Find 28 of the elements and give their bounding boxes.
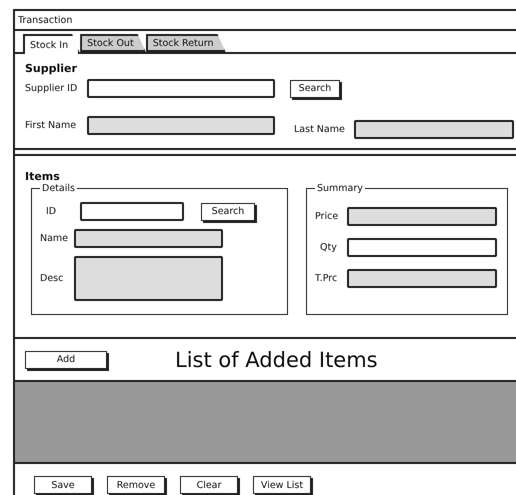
field-label: Qty <box>319 242 338 253</box>
field-label: Supplier ID <box>25 83 78 94</box>
input-field[interactable] <box>87 79 275 98</box>
field-label: Last Name <box>294 124 346 135</box>
add-button[interactable]: Add <box>25 350 107 368</box>
input-field[interactable] <box>347 238 497 257</box>
tab[interactable]: Stock In <box>23 34 80 54</box>
action-button[interactable]: View List <box>253 476 311 494</box>
field-label: Name <box>40 233 70 244</box>
action-button[interactable]: Remove <box>107 476 165 494</box>
field-label: First Name <box>25 120 78 131</box>
tab[interactable]: Stock Return <box>146 34 226 52</box>
action-button[interactable]: Clear <box>180 476 238 494</box>
section-heading: Supplier <box>25 62 78 75</box>
search-button[interactable]: Search <box>201 202 255 220</box>
tab[interactable]: Stock Out <box>80 34 146 52</box>
list-title: List of Added Items <box>175 348 378 372</box>
window-title: Transaction <box>15 11 516 31</box>
input-field[interactable] <box>80 202 184 221</box>
group-legend: Details <box>40 183 77 194</box>
action-button[interactable]: Save <box>34 476 92 494</box>
field-label: Price <box>315 211 340 222</box>
section-heading: Items <box>25 170 61 183</box>
field-label: ID <box>45 206 58 217</box>
field-label: Desc <box>40 273 64 284</box>
group-legend: Summary <box>315 183 365 194</box>
search-button[interactable]: Search <box>290 80 340 98</box>
field-label: T.Prc <box>315 273 338 284</box>
